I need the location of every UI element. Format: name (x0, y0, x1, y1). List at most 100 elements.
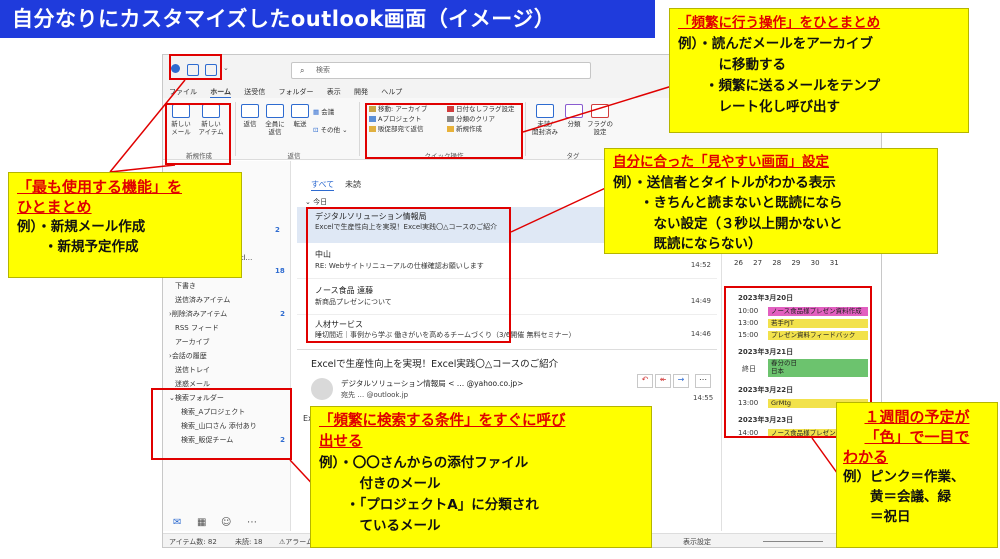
forward-icon (291, 104, 309, 118)
status-unread-count: 未読: 18 (235, 538, 263, 546)
category-icon (565, 104, 583, 118)
group-respond-label: 返信 (287, 152, 301, 160)
callout-line: ・新規予定作成 (17, 239, 139, 255)
categorize-label: 分類 (567, 120, 581, 128)
callout-title: ひとまとめ (17, 198, 92, 216)
mini-day[interactable]: 31 (830, 259, 839, 267)
mini-day[interactable]: 28 (772, 259, 781, 267)
reading-time: 14:55 (693, 394, 714, 402)
folder-count-badge: 2 (275, 226, 280, 234)
tab-send-receive[interactable]: 送受信 (244, 87, 265, 97)
more-actions-icon[interactable]: ⋯ (695, 374, 711, 388)
flag-button[interactable]: フラグの 設定 (587, 104, 613, 136)
reply-icon[interactable]: ↶ (637, 374, 653, 388)
callout-title: 「最も使用する機能」を (17, 178, 183, 196)
calendar-nav-icon[interactable]: ▦ (197, 517, 206, 528)
tab-home[interactable]: ホーム (210, 87, 232, 98)
callout-line: 例）・〇〇さんからの添付ファイル (319, 455, 529, 471)
divider (235, 102, 236, 156)
mini-day[interactable]: 26 (734, 259, 743, 267)
reply-icon (241, 104, 259, 118)
tab-all[interactable]: すべて (311, 179, 335, 191)
mail-nav-icon[interactable]: ✉ (173, 517, 181, 528)
inbox-count: 18 (275, 267, 285, 275)
qat-dropdown-icon[interactable]: ⌄ (223, 64, 229, 72)
callout-view: 自分に合った「見やすい画面」設定 例）・送信者とタイトルがわかる表示 ・きちんと… (604, 148, 938, 254)
callout-line: ない設定（３秒以上開かないと (613, 215, 843, 232)
folder-sent[interactable]: 送信済みアイテム (167, 293, 291, 307)
meeting-label: 会議 (321, 108, 335, 116)
mini-day[interactable]: 29 (791, 259, 800, 267)
reading-from: デジタルソリューション情報局 < … @yahoo.co.jp> (341, 379, 524, 388)
banner-title: 自分なりにカスタマイズしたoutlook画面（イメージ） (12, 7, 556, 31)
people-nav-icon[interactable]: ☺ (221, 517, 231, 528)
tab-unread[interactable]: 未読 (345, 179, 361, 190)
callout-title: １週間の予定が (864, 408, 970, 426)
from-domain: @yahoo.co.jp> (466, 379, 524, 388)
mail-time: 14:46 (690, 330, 711, 338)
forward-button[interactable]: 転送 (289, 104, 311, 128)
tab-file[interactable]: ファイル (169, 87, 197, 97)
search-input[interactable]: ⌕ 検索 (291, 62, 591, 79)
meeting-icon: ▦ (313, 108, 322, 116)
folder-rss[interactable]: RSS フィード (167, 321, 291, 335)
forward-label: 転送 (293, 120, 307, 128)
reply-all-icon[interactable]: ↞ (655, 374, 671, 388)
forward-icon[interactable]: → (673, 374, 689, 388)
avatar (311, 378, 333, 400)
callout-line: 付きのメール (319, 476, 441, 492)
folder-outbox[interactable]: 送信トレイ (167, 363, 291, 377)
categorize-button[interactable]: 分類 (563, 104, 585, 128)
from-name: デジタルソリューション情報局 < (341, 379, 455, 388)
more-label: その他 (320, 126, 341, 134)
more-respond-button[interactable]: ⊡ その他 ⌄ (313, 126, 349, 134)
search-icon: ⌕ (300, 66, 305, 75)
highlight-search-folders (151, 388, 292, 460)
zoom-slider[interactable] (763, 541, 823, 542)
group-today: ⌄ 今日 (305, 198, 328, 206)
callout-week: １週間の予定が 「色」で一目で わかる 例）ピンク＝作業、 黄＝会議、緑 ＝祝日 (836, 402, 998, 548)
reply-label: 返信 (243, 120, 257, 128)
callout-title: 出せる (319, 434, 363, 450)
unread-label: 未読/ 開封済み (532, 120, 558, 136)
folder-label: 削除済みアイテム (171, 310, 228, 318)
folder-drafts[interactable]: 下書き (167, 279, 291, 293)
reply-button[interactable]: 返信 (239, 104, 261, 128)
reply-all-icon (266, 104, 284, 118)
divider (359, 102, 360, 156)
folder-archive[interactable]: アーカイブ (167, 335, 291, 349)
callout-title: 「色」で一目で (864, 428, 970, 446)
meeting-button[interactable]: ▦ 会議 (313, 108, 347, 116)
view-settings-label: 表示設定 (683, 538, 711, 546)
highlight-mail-list (306, 207, 511, 343)
tab-help[interactable]: ヘルプ (381, 87, 402, 97)
tab-folder[interactable]: フォルダー (279, 87, 314, 97)
callout-line: ＝祝日 (843, 509, 911, 525)
view-settings-button[interactable]: 表示設定 (683, 537, 711, 547)
mini-calendar-row: 26 27 28 29 30 31 (734, 259, 854, 267)
callout-line: 例）・読んだメールをアーカイブ (678, 36, 873, 52)
group-tags-label: タグ (566, 152, 580, 160)
callout-line: ・「プロジェクトA」に分類され (319, 497, 539, 513)
page-banner: 自分なりにカスタマイズしたoutlook画面（イメージ） (0, 0, 655, 38)
tab-developer[interactable]: 開発 (354, 87, 368, 97)
to-domain: @outlook.jp (366, 391, 409, 399)
reading-to: 宛先 … @outlook.jp (341, 391, 409, 399)
more-nav-icon[interactable]: ⋯ (247, 517, 257, 528)
unread-read-button[interactable]: 未読/ 開封済み (531, 104, 559, 136)
callout-title: 「頻繁に行う操作」をひとまとめ (678, 15, 881, 31)
folder-deleted[interactable]: ›削除済みアイテム 2 (167, 307, 291, 321)
callout-line: 既読にならない） (613, 236, 762, 252)
mini-day[interactable]: 30 (811, 259, 820, 267)
reply-all-button[interactable]: 全員に 返信 (263, 104, 287, 136)
callout-line: レート化し呼び出す (678, 99, 840, 115)
tab-view[interactable]: 表示 (327, 87, 341, 97)
folder-conversation-history[interactable]: ›会話の履歴 (167, 349, 291, 363)
divider (525, 102, 526, 156)
highlight-qat (169, 54, 222, 80)
highlight-quicksteps (365, 103, 523, 159)
mini-day[interactable]: 27 (753, 259, 762, 267)
status-item-count: アイテム数: 82 (169, 538, 217, 546)
reading-subject: Excelで生産性向上を実現！Excel実践〇△コースのご紹介 (311, 359, 559, 370)
callout-quick-ops: 「頻繁に行う操作」をひとまとめ 例）・読んだメールをアーカイブ に移動する ・頻… (669, 8, 969, 133)
